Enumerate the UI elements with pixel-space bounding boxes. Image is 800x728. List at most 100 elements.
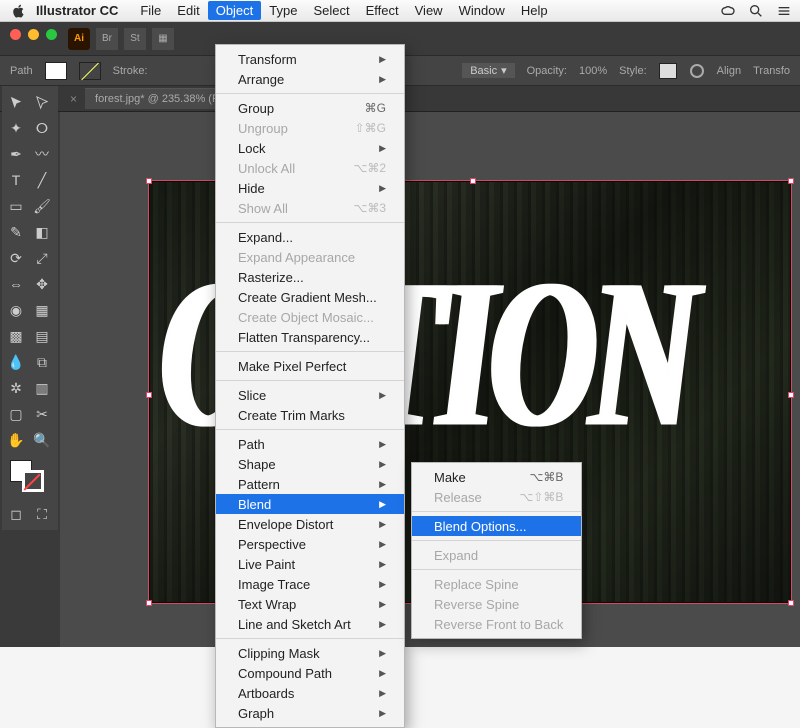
menu-type[interactable]: Type	[261, 1, 305, 20]
screen-mode[interactable]: ⛶	[30, 502, 54, 526]
menuitem-text-wrap[interactable]: Text Wrap	[216, 594, 404, 614]
menuitem-slice[interactable]: Slice	[216, 385, 404, 405]
rectangle-tool[interactable]: ▭	[4, 194, 28, 218]
menuitem-group[interactable]: Group⌘G	[216, 98, 404, 118]
menuitem-artboards[interactable]: Artboards	[216, 683, 404, 703]
menu-select[interactable]: Select	[305, 1, 357, 20]
menu-window[interactable]: Window	[451, 1, 513, 20]
magic-wand-tool[interactable]: ✦	[4, 116, 28, 140]
free-transform-tool[interactable]: ✥	[30, 272, 54, 296]
eyedropper-tool[interactable]: 💧	[4, 350, 28, 374]
fill-stroke-box[interactable]	[4, 460, 56, 500]
menuitem-blend-options[interactable]: Blend Options...	[412, 516, 581, 536]
illustrator-window: Ai Br St ▦ Path Stroke: Basic ▾ Opacity:…	[0, 22, 800, 647]
brush-preset-dropdown[interactable]: Basic ▾	[462, 63, 514, 78]
menu-extras-icon[interactable]	[776, 3, 792, 19]
menuitem-image-trace[interactable]: Image Trace	[216, 574, 404, 594]
menuitem-label: Make Pixel Perfect	[238, 359, 346, 374]
hand-tool[interactable]: ✋	[4, 428, 28, 452]
minimize-window[interactable]	[28, 29, 39, 40]
menuitem-label: Text Wrap	[238, 597, 296, 612]
menuitem-label: Arrange	[238, 72, 284, 87]
fill-swatch[interactable]	[45, 62, 67, 80]
menuitem-graph[interactable]: Graph	[216, 703, 404, 723]
type-tool[interactable]: T	[4, 168, 28, 192]
menuitem-blend[interactable]: Blend	[216, 494, 404, 514]
menu-object[interactable]: Object	[208, 1, 262, 20]
menuitem-flatten-transparency[interactable]: Flatten Transparency...	[216, 327, 404, 347]
curvature-tool[interactable]: 〰	[30, 142, 54, 166]
menu-separator	[412, 569, 581, 570]
menuitem-transform[interactable]: Transform	[216, 49, 404, 69]
menuitem-label: Show All	[238, 201, 288, 216]
menu-view[interactable]: View	[407, 1, 451, 20]
menu-effect[interactable]: Effect	[358, 1, 407, 20]
maximize-window[interactable]	[46, 29, 57, 40]
rotate-tool[interactable]: ⟳	[4, 246, 28, 270]
menuitem-shape[interactable]: Shape	[216, 454, 404, 474]
lasso-tool[interactable]: ⵔ	[30, 116, 54, 140]
transform-label[interactable]: Transfo	[753, 65, 790, 77]
symbol-sprayer-tool[interactable]: ✲	[4, 376, 28, 400]
menuitem-label: Compound Path	[238, 666, 332, 681]
scale-tool[interactable]: ⤢	[30, 246, 54, 270]
zoom-tool[interactable]: 🔍	[30, 428, 54, 452]
menu-file[interactable]: File	[132, 1, 169, 20]
search-icon[interactable]	[748, 3, 764, 19]
menuitem-hide[interactable]: Hide	[216, 178, 404, 198]
style-swatch[interactable]	[659, 63, 677, 79]
menuitem-arrange[interactable]: Arrange	[216, 69, 404, 89]
menuitem-envelope-distort[interactable]: Envelope Distort	[216, 514, 404, 534]
menuitem-label: Transform	[238, 52, 297, 67]
arrange-docs-button[interactable]: ▦	[152, 28, 174, 50]
menuitem-create-gradient-mesh[interactable]: Create Gradient Mesh...	[216, 287, 404, 307]
draw-mode-normal[interactable]: ◻	[4, 502, 28, 526]
menu-edit[interactable]: Edit	[169, 1, 207, 20]
menuitem-path[interactable]: Path	[216, 434, 404, 454]
mesh-tool[interactable]: ▩	[4, 324, 28, 348]
shaper-tool[interactable]: ✎	[4, 220, 28, 244]
menuitem-live-paint[interactable]: Live Paint	[216, 554, 404, 574]
menuitem-expand[interactable]: Expand...	[216, 227, 404, 247]
blend-tool[interactable]: ⧉	[30, 350, 54, 374]
line-tool[interactable]: ╱	[30, 168, 54, 192]
paintbrush-tool[interactable]: 🖌	[30, 194, 54, 218]
menuitem-perspective[interactable]: Perspective	[216, 534, 404, 554]
recolor-icon[interactable]	[689, 63, 705, 79]
slice-tool[interactable]: ✂	[30, 402, 54, 426]
artboard-tool[interactable]: ▢	[4, 402, 28, 426]
menuitem-lock[interactable]: Lock	[216, 138, 404, 158]
menuitem-expand-appearance: Expand Appearance	[216, 247, 404, 267]
stock-button[interactable]: St	[124, 28, 146, 50]
gradient-tool[interactable]: ▤	[30, 324, 54, 348]
align-label[interactable]: Align	[717, 65, 741, 77]
menu-help[interactable]: Help	[513, 1, 556, 20]
column-graph-tool[interactable]: ▥	[30, 376, 54, 400]
menuitem-clipping-mask[interactable]: Clipping Mask	[216, 643, 404, 663]
creative-cloud-icon[interactable]	[720, 3, 736, 19]
close-doc-icon[interactable]: ×	[70, 92, 77, 106]
bridge-button[interactable]: Br	[96, 28, 118, 50]
menuitem-line-and-sketch-art[interactable]: Line and Sketch Art	[216, 614, 404, 634]
shape-builder-tool[interactable]: ◉	[4, 298, 28, 322]
menuitem-label: Flatten Transparency...	[238, 330, 370, 345]
stroke-swatch[interactable]	[79, 62, 101, 80]
menuitem-compound-path[interactable]: Compound Path	[216, 663, 404, 683]
selection-tool[interactable]	[4, 90, 28, 114]
pen-tool[interactable]: ✒	[4, 142, 28, 166]
perspective-tool[interactable]: ▦	[30, 298, 54, 322]
mac-menubar: Illustrator CC FileEditObjectTypeSelectE…	[0, 0, 800, 22]
menuitem-label: Group	[238, 101, 274, 116]
menuitem-rasterize[interactable]: Rasterize...	[216, 267, 404, 287]
opacity-value[interactable]: 100%	[579, 65, 607, 77]
close-window[interactable]	[10, 29, 21, 40]
width-tool[interactable]: ⇔	[4, 272, 28, 296]
direct-selection-tool[interactable]	[30, 90, 54, 114]
menuitem-pattern[interactable]: Pattern	[216, 474, 404, 494]
menuitem-make[interactable]: Make⌥⌘B	[412, 467, 581, 487]
eraser-tool[interactable]: ◧	[30, 220, 54, 244]
stroke-box[interactable]	[22, 470, 44, 492]
menuitem-label: Create Gradient Mesh...	[238, 290, 377, 305]
menuitem-make-pixel-perfect[interactable]: Make Pixel Perfect	[216, 356, 404, 376]
menuitem-create-trim-marks[interactable]: Create Trim Marks	[216, 405, 404, 425]
